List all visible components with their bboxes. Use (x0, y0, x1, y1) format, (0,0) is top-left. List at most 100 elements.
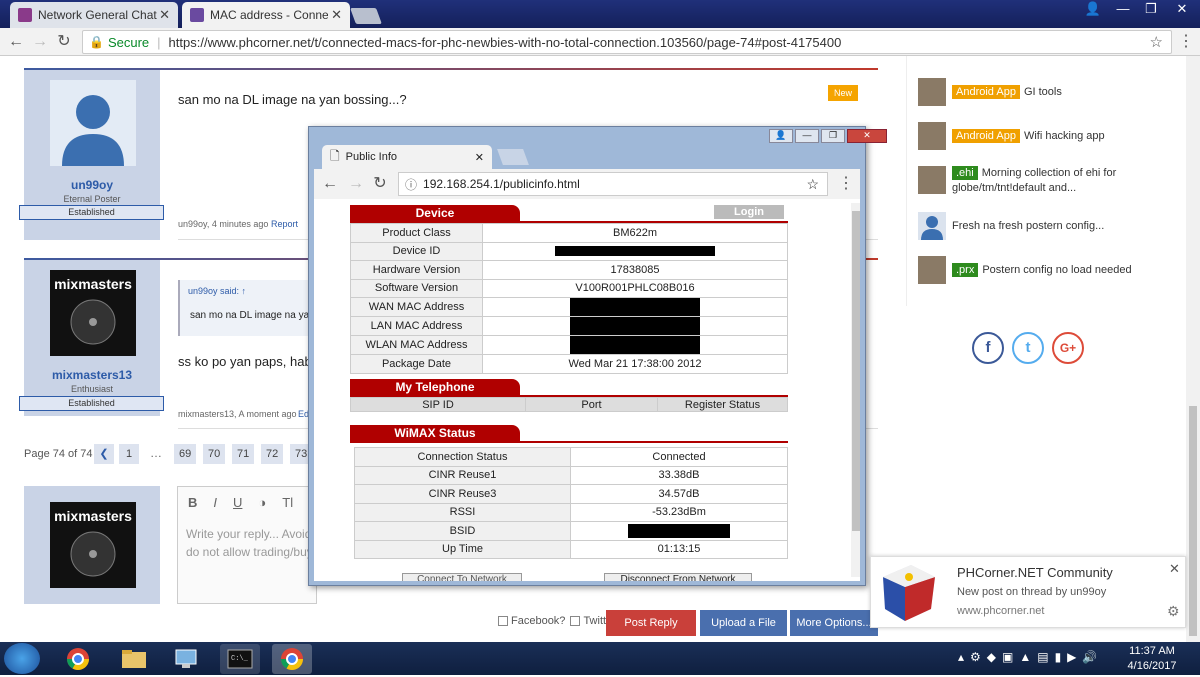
page-scrollbar[interactable] (1186, 56, 1200, 642)
user-profile-icon[interactable]: 👤 (1078, 0, 1108, 20)
close-window-button[interactable]: ✕ (847, 129, 887, 143)
username-link[interactable]: mixmasters13 (24, 368, 160, 382)
thread-title: Postern config no load needed (982, 264, 1132, 276)
user-profile-icon[interactable]: 👤 (769, 129, 793, 143)
chrome-taskbar-icon[interactable] (58, 644, 98, 674)
menu-dots-icon[interactable]: ⋮ (1176, 32, 1196, 52)
post-meta[interactable]: mixmasters13, A moment ago (178, 409, 297, 419)
scrollbar-thumb[interactable] (1189, 406, 1197, 636)
sidebar-thread[interactable]: .prx Postern config no load needed (918, 256, 1132, 284)
address-bar[interactable]: 🔒 Secure | https://www.phcorner.net/t/co… (82, 30, 1172, 54)
reload-icon[interactable]: ↻ (54, 32, 74, 52)
italic-button[interactable]: I (213, 495, 217, 510)
bold-button[interactable]: B (188, 495, 197, 510)
page-button[interactable]: 69 (174, 444, 197, 464)
user-title: Eternal Poster (63, 194, 121, 204)
login-button[interactable]: Login (714, 205, 784, 219)
device-row: Hardware Version 17838085 (350, 260, 788, 280)
row-value (570, 521, 788, 541)
sidebar-thread[interactable]: Android App GI tools (918, 78, 1062, 106)
twitter-checkbox[interactable] (570, 616, 581, 626)
close-tab-icon[interactable]: ✕ (331, 7, 342, 23)
underline-button[interactable]: U (233, 495, 242, 510)
avatar[interactable]: mixmasters (50, 270, 136, 356)
post-reply-button[interactable]: Post Reply (606, 610, 696, 636)
avatar-text: mixmasters (54, 276, 132, 292)
more-options-button[interactable]: More Options... (790, 610, 878, 636)
google-plus-share-icon[interactable]: G+ (1052, 332, 1084, 364)
system-tray-icons[interactable]: ▴⚙◆▣▲▤▮▶🔊 (958, 650, 1103, 664)
bookmark-star-icon[interactable]: ☆ (806, 176, 819, 193)
clock-date[interactable]: 4/16/2017 (1124, 660, 1180, 672)
device-table: Product Class BM622m Device ID Hardware Ver… (350, 223, 788, 374)
close-window-button[interactable]: ✕ (1164, 0, 1200, 20)
forward-arrow-icon[interactable]: → (346, 174, 366, 194)
chrome-notification[interactable]: PHCorner.NET Community New post on threa… (870, 556, 1186, 628)
browser-tab-bar: Network General Chat ✕ MAC address - Con… (0, 0, 1200, 28)
quote-text: san mo na DL image na yan b (190, 310, 324, 321)
upload-file-button[interactable]: Upload a File (700, 610, 787, 636)
quote-author[interactable]: un99oy said: ↑ (188, 286, 246, 296)
maximize-button[interactable]: ❐ (1136, 0, 1166, 20)
minimize-button[interactable]: — (1108, 0, 1138, 20)
clock-time[interactable]: 11:37 AM (1124, 645, 1180, 657)
tab-network-general-chat[interactable]: Network General Chat ✕ (10, 2, 178, 28)
sidebar-thread[interactable]: Android App Wifi hacking app (918, 122, 1105, 150)
reload-icon[interactable]: ↻ (370, 174, 390, 194)
close-icon[interactable]: ✕ (1169, 561, 1180, 577)
device-row: Product Class BM622m (350, 223, 788, 243)
new-tab-button[interactable] (350, 8, 382, 24)
page-button[interactable]: 71 (232, 444, 255, 464)
gear-icon[interactable]: ⚙ (1167, 603, 1180, 620)
reply-editor[interactable]: B I U ◑ Tl Write your reply... Avoid do … (177, 486, 317, 604)
cmd-taskbar-icon[interactable]: C:\_ (220, 644, 260, 674)
sidebar-thread[interactable]: Fresh na fresh postern config... (918, 212, 1104, 240)
facebook-share-icon[interactable]: f (972, 332, 1004, 364)
username-link[interactable]: un99oy (24, 178, 160, 192)
post-meta[interactable]: un99oy, 4 minutes ago (178, 219, 268, 229)
report-link[interactable]: Report (271, 219, 298, 229)
chrome-active-taskbar-icon[interactable] (272, 644, 312, 674)
avatar[interactable] (50, 80, 136, 166)
network-app-taskbar-icon[interactable] (166, 644, 206, 674)
disconnect-network-button[interactable]: Disconnect From Network (604, 573, 752, 581)
facebook-checkbox[interactable] (498, 616, 508, 626)
page-button[interactable]: 1 (119, 444, 139, 464)
tab-mac-address[interactable]: MAC address - Connecte ✕ (182, 2, 350, 28)
sidebar-thread[interactable]: .ehi Morning collection of ehi for globe/… (918, 166, 1152, 196)
new-badge: New (828, 85, 859, 101)
user-info-box: mixmasters mixmasters13 Enthusiast Estab… (19, 260, 164, 416)
popup-address-bar[interactable]: ⓘ 192.168.254.1/publicinfo.html ☆ (398, 172, 828, 196)
connect-network-button[interactable]: Connect To Network (402, 573, 522, 581)
page-ellipsis: … (150, 446, 162, 460)
thread-prefix-tag: Android App (952, 85, 1020, 99)
back-arrow-icon[interactable]: ← (320, 174, 340, 194)
close-tab-icon[interactable]: ✕ (159, 7, 170, 23)
popup-scrollbar[interactable] (851, 203, 860, 577)
page-button[interactable]: 70 (203, 444, 226, 464)
thread-avatar (918, 212, 946, 240)
forward-arrow-icon[interactable]: → (30, 32, 50, 52)
row-value: 17838085 (482, 260, 788, 280)
minimize-button[interactable]: — (795, 129, 819, 143)
row-value: 34.57dB (570, 484, 788, 504)
close-tab-icon[interactable]: ✕ (475, 151, 484, 164)
start-button[interactable] (4, 643, 40, 674)
tab-public-info[interactable]: 🗋 Public Info ✕ (322, 145, 492, 169)
row-label: WLAN MAC Address (350, 335, 483, 355)
turntable-icon (70, 531, 116, 577)
page-button[interactable]: 72 (261, 444, 284, 464)
font-size-button[interactable]: Tl (282, 495, 293, 510)
thread-avatar (918, 166, 946, 194)
prev-page-button[interactable]: ❮ (94, 444, 114, 464)
bookmark-star-icon[interactable]: ☆ (1150, 33, 1163, 51)
scrollbar-thumb[interactable] (852, 211, 860, 531)
wimax-table: Connection Status Connected CINR Reuse1 3… (354, 447, 788, 559)
menu-dots-icon[interactable]: ⋮ (836, 174, 856, 194)
twitter-share-icon[interactable]: t (1012, 332, 1044, 364)
maximize-button[interactable]: ❐ (821, 129, 845, 143)
new-tab-button[interactable] (497, 149, 529, 165)
file-explorer-taskbar-icon[interactable] (114, 644, 154, 674)
color-button[interactable]: ◑ (258, 495, 266, 510)
back-arrow-icon[interactable]: ← (6, 32, 26, 52)
